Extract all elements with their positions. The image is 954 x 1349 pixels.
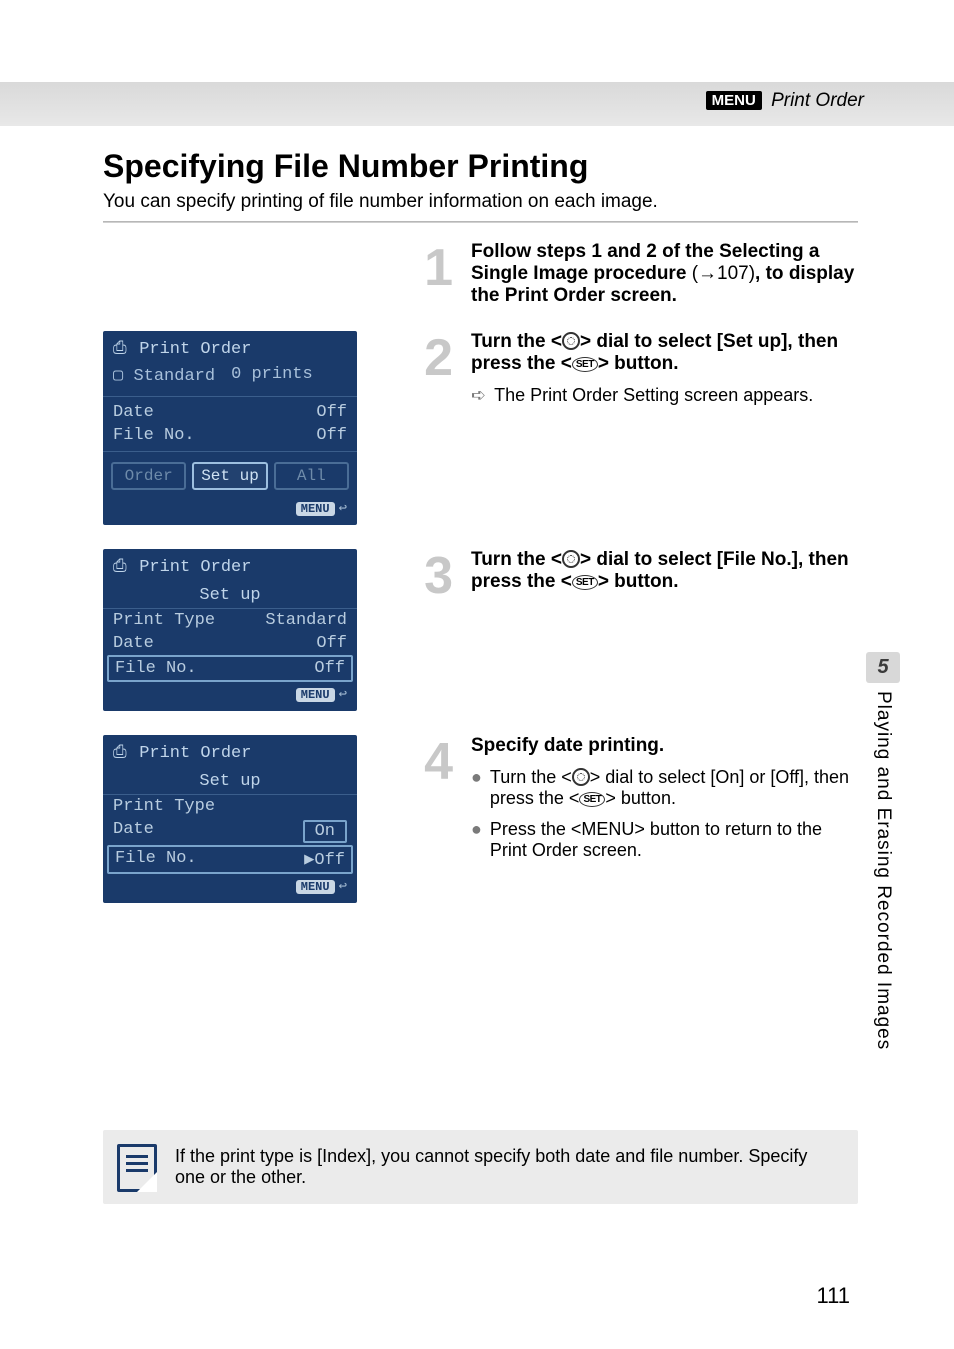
step-ref: (→107) <box>692 263 755 284</box>
chapter-title: Playing and Erasing Recorded Images <box>872 691 894 1050</box>
chapter-number: 5 <box>866 652 900 683</box>
note-box: If the print type is [Index], you cannot… <box>103 1130 858 1204</box>
lcd-screen-setup: ⎙ Print Order Set up Print TypeStandard … <box>103 549 357 711</box>
bullet-icon: ● <box>471 767 482 809</box>
lcd-button-order[interactable]: Order <box>111 462 186 490</box>
step-heading: Specify date printing. <box>471 735 664 756</box>
step-number: 4 <box>421 739 453 786</box>
step-3: ⎙ Print Order Set up Print TypeStandard … <box>103 549 858 711</box>
page-number: 111 <box>817 1283 850 1309</box>
lcd-button-setup[interactable]: Set up <box>192 462 267 490</box>
result-arrow-icon: ➪ <box>471 385 486 406</box>
lcd-button-all[interactable]: All <box>274 462 349 490</box>
note-icon <box>117 1144 157 1192</box>
step-1: 1 Follow steps 1 and 2 of the Selecting … <box>103 241 858 307</box>
note-text: If the print type is [Index], you cannot… <box>175 1146 807 1187</box>
dial-icon <box>562 332 580 350</box>
print-icon: ⎙ <box>113 339 129 359</box>
chapter-tab: 5 Playing and Erasing Recorded Images <box>866 652 900 1050</box>
set-icon: SET <box>572 357 598 372</box>
divider <box>103 221 858 223</box>
step-number: 1 <box>421 245 453 292</box>
step-4: ⎙ Print Order Set up Print Type DateOn F… <box>103 735 858 903</box>
page-header: MENU Print Order <box>0 82 954 126</box>
print-icon: ⎙ <box>113 557 129 577</box>
dial-icon <box>572 768 590 786</box>
page-title: Specifying File Number Printing <box>103 148 858 185</box>
breadcrumb: Print Order <box>771 90 864 111</box>
menu-badge: MENU <box>706 91 762 110</box>
step-number: 2 <box>421 335 453 382</box>
set-icon: SET <box>579 792 605 807</box>
step-number: 3 <box>421 553 453 600</box>
step-2: ⎙ Print Order ▢ Standard0 prints DateOff… <box>103 331 858 525</box>
bullet-icon: ● <box>471 819 482 861</box>
substep-text: Press the <MENU> button to return to the… <box>490 819 858 861</box>
dial-icon <box>562 550 580 568</box>
print-icon: ⎙ <box>113 743 129 763</box>
step-result: The Print Order Setting screen appears. <box>494 385 813 406</box>
page-content: Specifying File Number Printing You can … <box>103 148 858 1289</box>
lcd-screen-setup-on: ⎙ Print Order Set up Print Type DateOn F… <box>103 735 357 903</box>
page-subtitle: You can specify printing of file number … <box>103 191 858 213</box>
set-icon: SET <box>572 575 598 590</box>
lcd-screen-print-order: ⎙ Print Order ▢ Standard0 prints DateOff… <box>103 331 357 525</box>
